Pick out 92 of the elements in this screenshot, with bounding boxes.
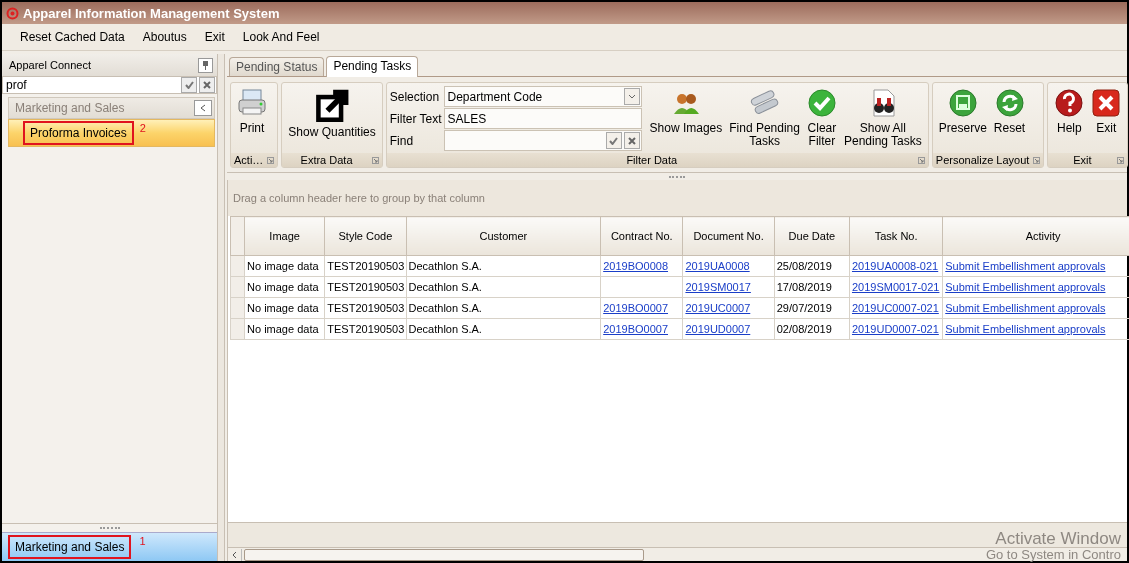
expand-icon[interactable] [1033, 156, 1041, 164]
ribbon-button[interactable]: Reset [990, 83, 1029, 153]
ribbon-button[interactable]: Clear Filter [803, 83, 840, 153]
filter-text-field[interactable]: SALES [443, 108, 642, 129]
ribbon-button[interactable]: Find Pending Tasks [726, 83, 803, 153]
table-cell: TEST20190503 [324, 297, 407, 319]
checkmark-icon [609, 136, 619, 145]
ribbon-button[interactable]: Show Quantities [285, 83, 379, 153]
printer-icon [237, 88, 267, 118]
ribbon-button[interactable]: Show All Pending Tasks [840, 83, 925, 153]
tab[interactable]: Pending Tasks [326, 56, 419, 77]
table-cell: 29/07/2019 [774, 297, 850, 319]
column-header[interactable]: Style Code [324, 216, 407, 256]
activation-notice: Activate Window [995, 529, 1121, 549]
menu-item[interactable]: Reset Cached Data [12, 28, 133, 46]
scrollbar-thumb[interactable] [244, 548, 644, 561]
chevron-left-icon [232, 550, 237, 559]
nav-item[interactable]: Proforma Invoices 2 [8, 119, 215, 147]
apply-button[interactable] [181, 77, 197, 93]
navigation-group-tab[interactable]: Marketing and Sales 1 [2, 532, 217, 561]
group-caption: Exit [1072, 154, 1093, 166]
pin-button[interactable] [198, 57, 213, 73]
table-cell: No image data [244, 297, 325, 319]
expand-icon[interactable] [371, 156, 379, 164]
find-field[interactable] [443, 130, 642, 151]
ribbon-button[interactable]: Show Images [646, 83, 726, 153]
table-cell: Decathlon S.A. [406, 255, 601, 277]
expand-icon[interactable] [917, 156, 925, 164]
column-header[interactable]: Activity [942, 216, 1129, 256]
column-header[interactable]: Due Date [774, 216, 850, 256]
expand-icon[interactable] [1117, 156, 1125, 164]
column-header[interactable]: Image [244, 216, 325, 256]
table-cell: No image data [244, 318, 325, 340]
app-logo-icon [6, 6, 19, 20]
group-caption: Extra Data [299, 154, 354, 166]
search-input[interactable]: prof [6, 78, 180, 92]
ribbon-button[interactable]: Help [1051, 83, 1088, 153]
annotation-number: 2 [139, 122, 146, 134]
chevron-left-icon [200, 104, 206, 112]
table-cell: Decathlon S.A. [406, 318, 601, 340]
field-label: Selection [389, 88, 441, 106]
ribbon-button[interactable]: Exit [1088, 83, 1125, 153]
help-icon [1054, 88, 1085, 118]
table-cell: 02/08/2019 [774, 318, 850, 340]
table-cell: No image data [244, 276, 325, 298]
window-title: Apparel Information Management System [23, 5, 280, 21]
splitter-handle[interactable] [669, 175, 685, 178]
menu-item[interactable]: Look And Feel [234, 28, 328, 46]
field-label: Filter Text [389, 110, 442, 128]
expand-icon[interactable] [267, 156, 275, 164]
column-header[interactable]: Contract No. [600, 216, 683, 256]
tab[interactable]: Pending Status [229, 57, 325, 76]
table-cell: Decathlon S.A. [406, 276, 601, 298]
table-cell: TEST20190503 [324, 276, 407, 298]
panel-title: Apparel Connect [9, 59, 91, 71]
selection-dropdown[interactable]: Department Code [443, 86, 642, 107]
field-label: Find [389, 132, 415, 150]
close-icon [1091, 88, 1122, 118]
group-tab-label: Marketing and Sales [8, 535, 132, 559]
clear-button[interactable] [623, 132, 640, 149]
column-header[interactable]: Customer [406, 216, 601, 256]
menu-item[interactable]: Aboutus [134, 28, 195, 46]
table-cell: Decathlon S.A. [406, 297, 601, 319]
checkmark-icon [806, 88, 837, 118]
pin-icon [202, 60, 209, 70]
group-caption: Filter Data [625, 154, 679, 166]
group-by-hint: Drag a column header here to group by that column [233, 192, 485, 204]
ribbon-button[interactable]: Preserve [935, 83, 990, 153]
close-icon [203, 81, 211, 89]
nav-item-label: Proforma Invoices [23, 121, 134, 145]
table-cell: 17/08/2019 [774, 276, 850, 298]
activation-hint: Go to System in Contro [985, 547, 1121, 562]
save-icon [947, 88, 978, 118]
group-caption: Acti… [234, 154, 264, 166]
apply-button[interactable] [605, 132, 622, 149]
splitter-handle[interactable] [99, 527, 120, 529]
refresh-icon [994, 88, 1025, 118]
checkmark-icon [184, 81, 194, 89]
group-caption: Personalize Layout [935, 154, 1030, 166]
clear-button[interactable] [199, 77, 215, 93]
table-cell: TEST20190503 [324, 255, 407, 277]
annotation-number: 1 [139, 535, 146, 547]
ribbon-button[interactable]: Print [234, 83, 270, 153]
collapse-button[interactable] [194, 100, 212, 116]
search-field[interactable]: prof [2, 76, 217, 94]
table-cell: TEST20190503 [324, 318, 407, 340]
close-icon [627, 136, 636, 145]
table-cell: No image data [244, 255, 325, 277]
table-cell: 25/08/2019 [774, 255, 850, 277]
column-header[interactable]: Task No. [849, 216, 943, 256]
menu-item[interactable]: Exit [196, 28, 233, 46]
column-header[interactable]: Document No. [682, 216, 775, 256]
